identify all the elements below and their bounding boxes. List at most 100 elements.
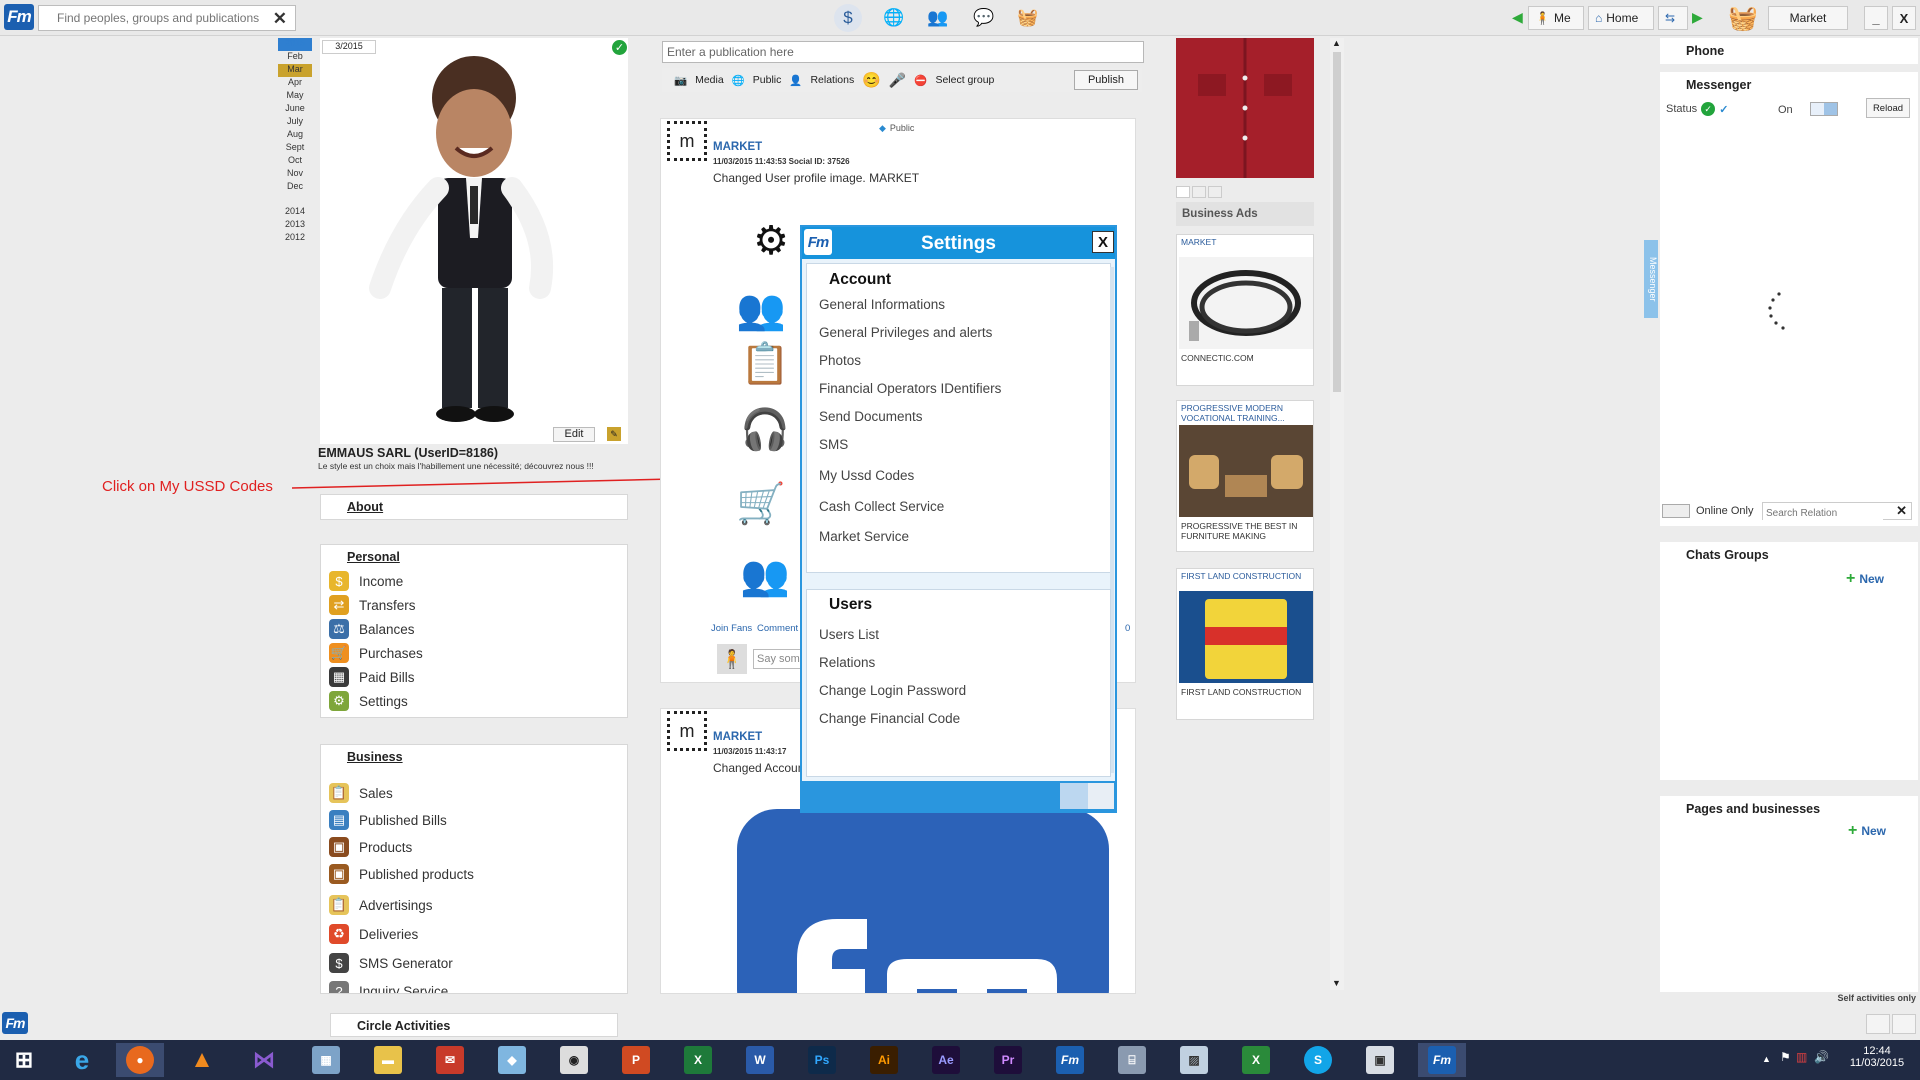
taskbar-premiere[interactable]: Pr (984, 1043, 1032, 1077)
ad-card[interactable]: FIRST LAND CONSTRUCTION FIRST LAND CONST… (1176, 568, 1314, 720)
calendar-month[interactable]: Sept (278, 142, 312, 155)
join-fans-link[interactable]: Join Fans (711, 623, 752, 634)
ad-title[interactable]: FIRST LAND CONSTRUCTION (1181, 571, 1301, 581)
settings-item-change-login-password[interactable]: Change Login Password (819, 683, 966, 698)
settings-item-general-informations[interactable]: General Informations (819, 297, 945, 312)
menu-item-products[interactable]: ▣ Products (329, 837, 412, 857)
search-box[interactable]: ✕ (38, 5, 296, 31)
scroll-down-icon[interactable]: ▼ (1332, 978, 1341, 988)
tray-up-icon[interactable]: ▲ (1762, 1054, 1771, 1064)
calendar-year[interactable]: 2013 (278, 219, 312, 232)
switch-button[interactable]: ⇆ (1658, 6, 1688, 30)
home-button[interactable]: ⌂ Home (1588, 6, 1654, 30)
microphone-icon[interactable]: 🎤 (889, 72, 906, 89)
about-link[interactable]: About (347, 500, 383, 514)
clear-search-icon[interactable]: ✕ (273, 9, 287, 29)
search-relation-input[interactable] (1763, 505, 1883, 522)
market-basket-icon[interactable]: 🧺 (1726, 2, 1760, 34)
public-button[interactable]: Public (753, 74, 782, 86)
calendar-month[interactable]: Aug (278, 129, 312, 142)
me-button[interactable]: 🧍 Me (1528, 6, 1584, 30)
menu-item-deliveries[interactable]: ♻ Deliveries (329, 924, 418, 944)
taskbar-image-viewer[interactable]: ▨ (1170, 1043, 1218, 1077)
relations-button[interactable]: Relations (810, 74, 854, 86)
taskbar-app-window[interactable]: ▣ (1356, 1043, 1404, 1077)
people-icon[interactable]: 👥 (924, 4, 952, 32)
bottom-toggle-button[interactable] (1866, 1014, 1890, 1034)
online-only-toggle[interactable] (1662, 504, 1690, 518)
calendar-month[interactable]: June (278, 103, 312, 116)
calendar-month[interactable]: Feb (278, 51, 312, 64)
globe-icon[interactable]: 🌐 (880, 4, 908, 32)
taskbar-vlc[interactable]: ▲ (178, 1043, 226, 1077)
taskbar-app-red[interactable]: ✉ (426, 1043, 474, 1077)
menu-item-sms-generator[interactable]: $ SMS Generator (329, 953, 453, 973)
taskbar-excel[interactable]: X (674, 1043, 722, 1077)
taskbar-skype[interactable]: S (1294, 1043, 1342, 1077)
calendar-month[interactable]: May (278, 90, 312, 103)
money-icon[interactable]: $ (834, 4, 862, 32)
taskbar-word[interactable]: W (736, 1043, 784, 1077)
clear-relation-search-icon[interactable]: ✕ (1896, 503, 1907, 519)
circle-activities-panel[interactable]: Circle Activities (330, 1013, 618, 1037)
ad-pager-dot[interactable] (1192, 186, 1206, 198)
post-qr-avatar[interactable]: m (667, 121, 707, 161)
settings-footer-button[interactable] (1060, 783, 1088, 809)
taskbar-powerpoint[interactable]: P (612, 1043, 660, 1077)
taskbar-after-effects[interactable]: Ae (922, 1043, 970, 1077)
scroll-up-icon[interactable]: ▲ (1332, 38, 1341, 48)
menu-item-published-products[interactable]: ▣ Published products (329, 864, 474, 884)
calendar-month[interactable]: Dec (278, 181, 312, 194)
center-scrollbar-thumb[interactable] (1333, 52, 1341, 392)
taskbar-camera[interactable]: ◉ (550, 1043, 598, 1077)
minimize-button[interactable]: _ (1864, 6, 1888, 30)
taskbar-calculator[interactable]: ▦ (302, 1043, 350, 1077)
menu-item-transfers[interactable]: ⇄ Transfers (329, 595, 416, 615)
back-arrow-icon[interactable]: ◀ (1512, 9, 1523, 26)
menu-item-advertisings[interactable]: 📋 Advertisings (329, 895, 433, 915)
taskbar-fm-app-active[interactable]: Fm (1418, 1043, 1466, 1077)
menu-item-purchases[interactable]: 🛒 Purchases (329, 643, 423, 663)
new-chat-group-button[interactable]: + New (1846, 570, 1884, 588)
post-qr-avatar[interactable]: m (667, 711, 707, 751)
emoji-icon[interactable]: 😊 (862, 71, 881, 89)
market-button[interactable]: Market (1768, 6, 1848, 30)
bottom-toggle-button[interactable] (1892, 1014, 1916, 1034)
fm-small-logo[interactable]: Fm (2, 1012, 28, 1034)
reload-button[interactable]: Reload (1866, 98, 1910, 118)
publish-button[interactable]: Publish (1074, 70, 1138, 90)
status-online-icon[interactable]: ✓ (1701, 102, 1716, 116)
close-window-button[interactable]: X (1892, 6, 1916, 30)
settings-item-change-financial-code[interactable]: Change Financial Code (819, 711, 960, 726)
calendar-month[interactable]: Apr (278, 77, 312, 90)
new-page-button[interactable]: + New (1848, 822, 1886, 840)
settings-item-sms[interactable]: SMS (819, 437, 848, 452)
taskbar-clock[interactable]: 12:44 11/03/2015 (1842, 1045, 1912, 1069)
settings-item-financial-operators[interactable]: Financial Operators IDentifiers (819, 381, 1001, 396)
self-activities-link[interactable]: Self activities only (1800, 993, 1916, 1003)
menu-item-settings[interactable]: ⚙ Settings (329, 691, 408, 711)
settings-item-send-documents[interactable]: Send Documents (819, 409, 923, 424)
ad-title[interactable]: PROGRESSIVE MODERN VOCATIONAL TRAINING..… (1181, 403, 1311, 423)
tray-flag-icon[interactable]: ⚑ (1780, 1050, 1791, 1064)
taskbar-ie[interactable]: e (58, 1043, 106, 1077)
settings-item-users-list[interactable]: Users List (819, 627, 879, 642)
ad-card[interactable]: PROGRESSIVE MODERN VOCATIONAL TRAINING..… (1176, 400, 1314, 552)
phone-panel[interactable]: Phone (1660, 38, 1918, 64)
taskbar-explorer[interactable]: ▬ (364, 1043, 412, 1077)
ad-shirt-image[interactable] (1176, 38, 1314, 178)
taskbar-network[interactable]: ⌸ (1108, 1043, 1156, 1077)
basket-icon[interactable]: 🧺 (1014, 4, 1042, 32)
calendar-month[interactable]: Oct (278, 155, 312, 168)
menu-item-sales[interactable]: 📋 Sales (329, 783, 393, 803)
settings-item-relations[interactable]: Relations (819, 655, 875, 670)
menu-item-inquiry-service[interactable]: ? Inquiry Service (329, 981, 448, 993)
calendar-month-selected[interactable]: Mar (278, 64, 312, 77)
status-toggle[interactable] (1810, 102, 1838, 116)
taskbar-visual-studio[interactable]: ⋈ (240, 1043, 288, 1077)
start-button[interactable]: ⊞ (0, 1043, 48, 1077)
taskbar-fm-app[interactable]: Fm (1046, 1043, 1094, 1077)
calendar-year[interactable]: 2012 (278, 232, 312, 245)
taskbar-firefox[interactable]: ● (116, 1043, 164, 1077)
calendar-year[interactable]: 2014 (278, 206, 312, 219)
